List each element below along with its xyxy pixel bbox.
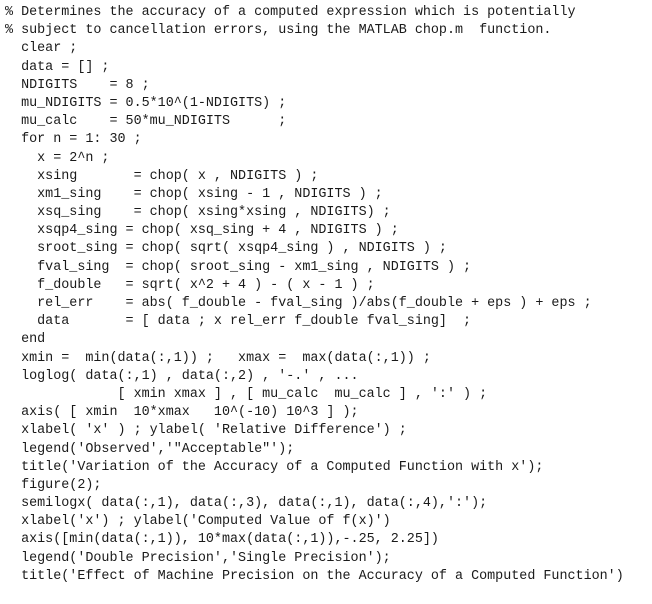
code-line: mu_calc = 50*mu_NDIGITS ;: [5, 114, 287, 130]
code-line: loglog( data(:,1) , data(:,2) , '-.' , .…: [5, 368, 359, 384]
code-line: xsqp4_sing = chop( xsq_sing + 4 , NDIGIT…: [5, 223, 399, 239]
comment-line: % Determines the accuracy of a computed …: [5, 5, 576, 20]
code-line: rel_err = abs( f_double - fval_sing )/ab…: [5, 296, 592, 311]
code-line: legend('Double Precision','Single Precis…: [5, 550, 391, 566]
code-line: data = [] ;: [5, 59, 110, 75]
code-line: [ xmin xmax ] , [ mu_calc mu_calc ] , ':…: [5, 386, 488, 402]
code-line: NDIGITS = 8 ;: [5, 77, 150, 93]
code-line: xmin = min(data(:,1)) ; xmax = max(data(…: [5, 350, 431, 366]
code-line: semilogx( data(:,1), data(:,3), data(:,1…: [5, 496, 488, 512]
code-listing: % Determines the accuracy of a computed …: [5, 4, 624, 586]
code-line: for n = 1: 30 ;: [5, 132, 142, 148]
code-line: end: [5, 332, 46, 348]
code-line: title('Effect of Machine Precision on th…: [5, 568, 624, 584]
code-line: legend('Observed','"Acceptable"');: [5, 441, 295, 457]
code-line: axis([min(data(:,1)), 10*max(data(:,1)),…: [5, 532, 439, 548]
comment-line: % subject to cancellation errors, using …: [5, 23, 552, 39]
code-line: xsq_sing = chop( xsing*xsing , NDIGITS) …: [5, 205, 391, 221]
code-line: mu_NDIGITS = 0.5*10^(1-NDIGITS) ;: [5, 95, 287, 111]
code-line: clear ;: [5, 41, 78, 57]
code-line: xm1_sing = chop( xsing - 1 , NDIGITS ) ;: [5, 186, 383, 202]
code-line: axis( [ xmin 10*xmax 10^(-10) 10^3 ] );: [5, 405, 359, 421]
code-line: xlabel( 'x' ) ; ylabel( 'Relative Differ…: [5, 423, 407, 439]
code-line: data = [ data ; x rel_err f_double fval_…: [5, 314, 472, 330]
code-line: sroot_sing = chop( sqrt( xsqp4_sing ) , …: [5, 241, 447, 257]
code-line: xlabel('x') ; ylabel('Computed Value of …: [5, 514, 391, 530]
code-line: fval_sing = chop( sroot_sing - xm1_sing …: [5, 259, 472, 275]
code-line: xsing = chop( x , NDIGITS ) ;: [5, 168, 319, 184]
code-line: title('Variation of the Accuracy of a Co…: [5, 459, 544, 475]
code-line: f_double = sqrt( x^2 + 4 ) - ( x - 1 ) ;: [5, 277, 375, 293]
code-line: figure(2);: [5, 477, 102, 493]
code-line: x = 2^n ;: [5, 150, 110, 166]
